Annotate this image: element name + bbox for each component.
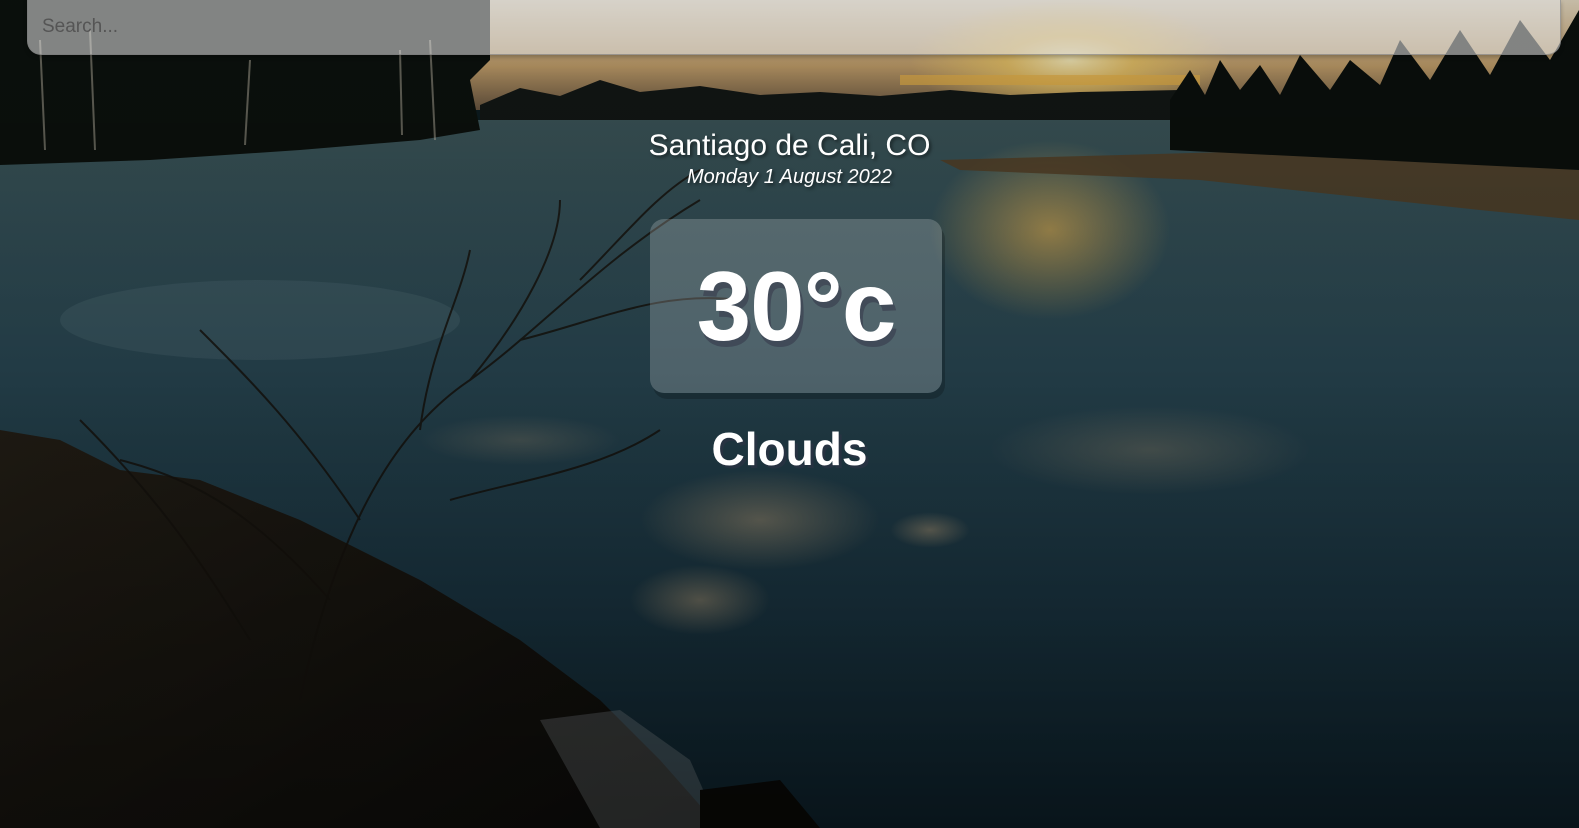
weather-condition: Clouds xyxy=(711,423,868,475)
temperature-value: 30°c xyxy=(696,250,897,361)
location-city: Santiago de Cali, CO xyxy=(648,129,931,162)
location-box: Santiago de Cali, CO Monday 1 August 202… xyxy=(0,128,1579,189)
location-date: Monday 1 August 2022 xyxy=(687,166,892,188)
weather-app: Santiago de Cali, CO Monday 1 August 202… xyxy=(0,0,1579,828)
search-bar xyxy=(27,0,1561,55)
background-landscape-image xyxy=(0,0,1579,828)
temperature-box: 30°c xyxy=(650,219,942,393)
search-input[interactable] xyxy=(27,0,1561,55)
